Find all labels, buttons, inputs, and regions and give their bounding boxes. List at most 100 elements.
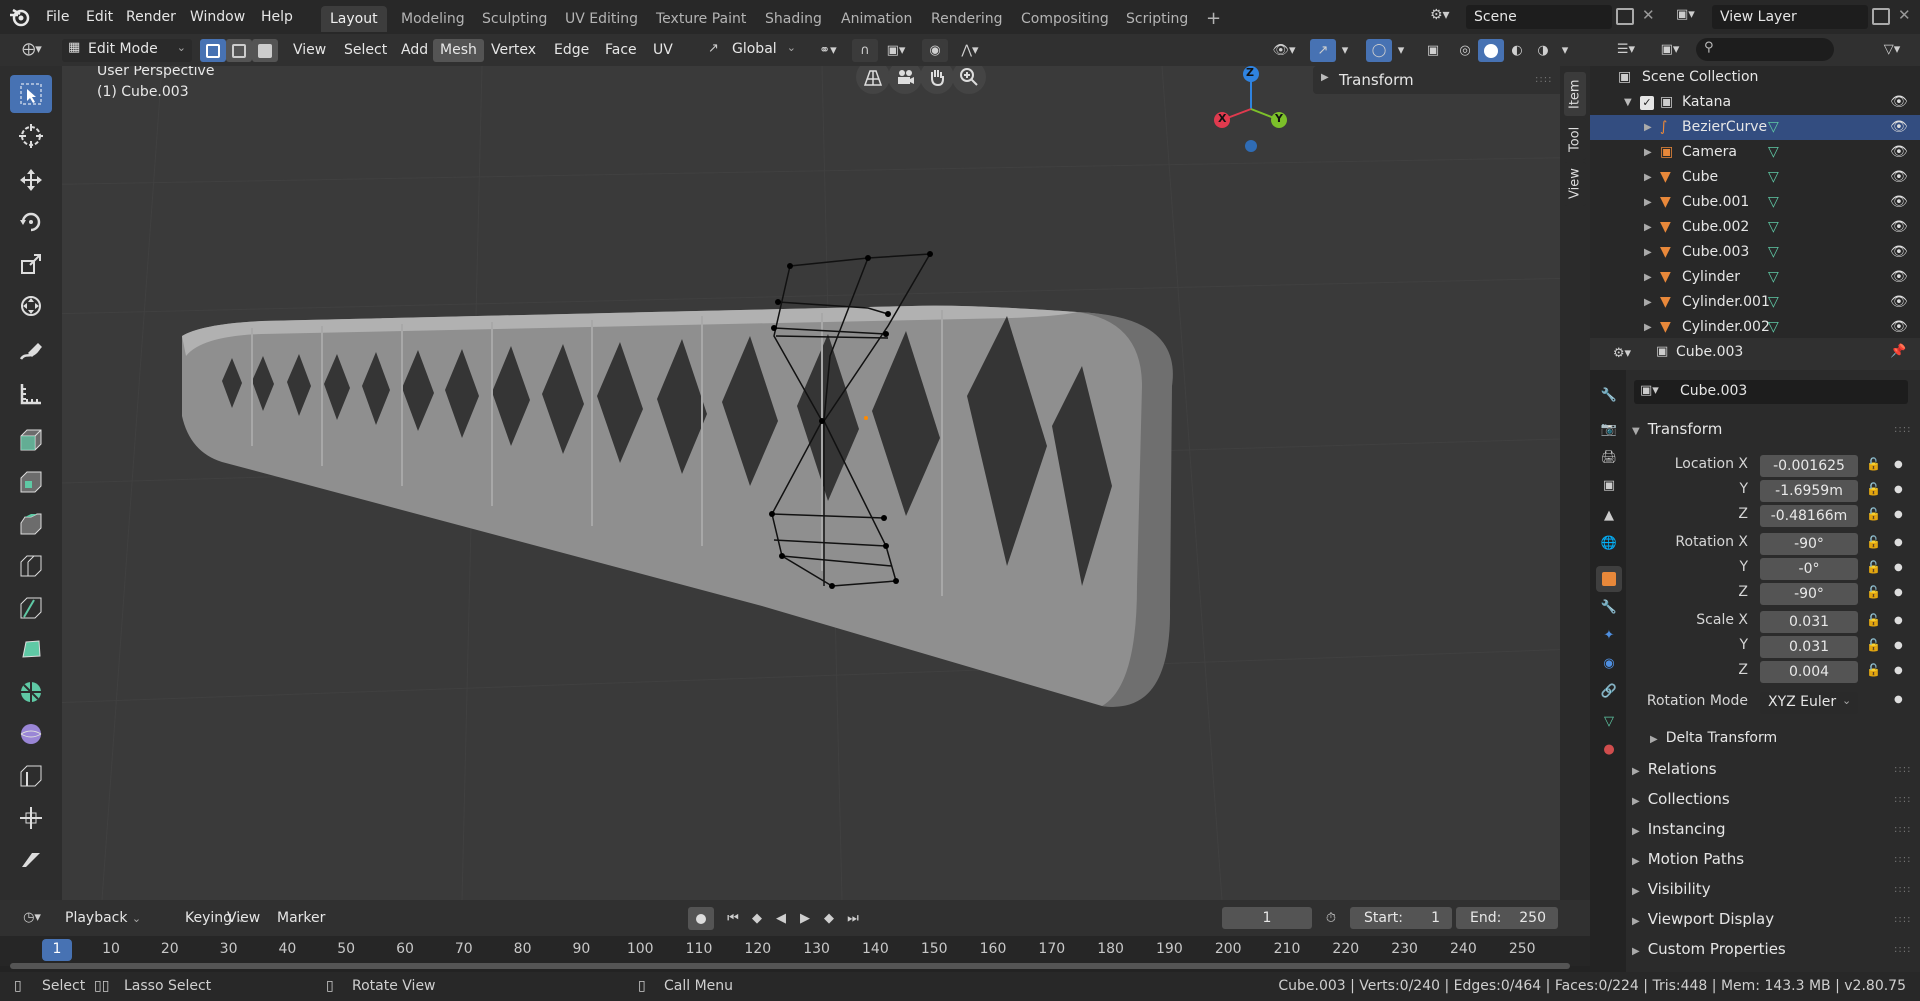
eye-icon[interactable]: 👁 — [1890, 165, 1908, 190]
rotate-tool-icon[interactable] — [10, 203, 52, 241]
tool-properties-icon[interactable]: 🔧 — [1596, 382, 1622, 408]
outliner-editor-type-icon[interactable]: ☰▾ — [1608, 38, 1644, 61]
expand-arrow-icon[interactable]: ▶ — [1644, 140, 1652, 165]
menu-window[interactable]: Window — [184, 6, 251, 28]
outliner-item[interactable]: ▶ ▼ Cylinder.001 ▽ 👁 — [1590, 290, 1920, 315]
tab-modeling[interactable]: Modeling — [392, 6, 474, 32]
object-name-field[interactable]: ▣▾ Cube.003 — [1634, 380, 1908, 404]
outliner-item[interactable]: ▶ ▣ Camera ▽ 👁 — [1590, 140, 1920, 165]
expand-arrow-icon[interactable]: ▶ — [1644, 115, 1652, 140]
menu-add[interactable]: Add — [394, 39, 435, 62]
scene-selector[interactable]: Scene — [1466, 5, 1612, 29]
filter-icon[interactable]: ▽▾ — [1874, 38, 1910, 61]
outliner-item[interactable]: ▶ ▼ Cube.003 ▽ 👁 — [1590, 240, 1920, 265]
drag-handle-icon[interactable]: :::: — [1894, 854, 1911, 865]
eye-icon[interactable]: 👁 — [1890, 215, 1908, 240]
keyframe-dot-icon[interactable]: ● — [1894, 665, 1903, 676]
rotation-mode-dropdown[interactable]: XYZ Euler ⌄ — [1760, 692, 1858, 714]
keyframe-dot-icon[interactable]: ● — [1894, 484, 1903, 495]
section-instancing[interactable]: ▶ Instancing — [1632, 820, 1725, 838]
shading-menu-icon[interactable]: ▾ — [1556, 39, 1574, 62]
lock-icon[interactable]: 🔓 — [1866, 507, 1881, 521]
blender-logo-icon[interactable] — [8, 6, 32, 28]
outliner-item[interactable]: ▶ ▼ Cube.002 ▽ 👁 — [1590, 215, 1920, 240]
transform-panel-header[interactable]: ▼ Transform — [1632, 420, 1722, 438]
menu-marker[interactable]: Marker — [270, 907, 332, 930]
data-properties-icon[interactable]: ▽ — [1596, 708, 1622, 734]
scene-icon[interactable]: ⚙▾ — [1430, 7, 1466, 29]
modifier-properties-icon[interactable]: 🔧 — [1596, 594, 1622, 620]
next-keyframe-icon[interactable]: ◆ — [816, 907, 842, 930]
object-data-icon[interactable]: ▽ — [1768, 165, 1779, 190]
object-data-icon[interactable]: ▽ — [1768, 315, 1779, 340]
physics-properties-icon[interactable]: ◉ — [1596, 650, 1622, 676]
outliner-scene-collection[interactable]: ▣ Scene Collection — [1590, 65, 1920, 90]
tab-sculpting[interactable]: Sculpting — [473, 6, 556, 32]
delta-transform-subpanel[interactable]: ▶ Delta Transform — [1650, 730, 1777, 746]
location-x-field[interactable]: -0.001625 — [1760, 455, 1858, 477]
add-workspace-icon[interactable]: + — [1197, 6, 1230, 32]
bevel-tool-icon[interactable] — [10, 505, 52, 543]
end-frame-field[interactable]: End: 250 — [1456, 907, 1558, 929]
drag-handle-icon[interactable]: :::: — [1535, 74, 1552, 85]
scale-y-field[interactable]: 0.031 — [1760, 636, 1858, 658]
lock-icon[interactable]: 🔓 — [1866, 638, 1881, 652]
view-layer-icon[interactable]: ▣▾ — [1676, 7, 1710, 29]
new-scene-icon[interactable] — [1616, 8, 1634, 25]
annotate-tool-icon[interactable] — [10, 333, 52, 371]
drag-handle-icon[interactable]: :::: — [1894, 794, 1911, 805]
current-frame-field[interactable]: 1 — [1222, 907, 1312, 929]
scale-tool-icon[interactable] — [10, 245, 52, 283]
drag-handle-icon[interactable]: :::: — [1894, 824, 1911, 835]
play-icon[interactable]: ▶ — [792, 907, 818, 930]
knife-tool-icon[interactable] — [10, 589, 52, 627]
outliner-search-input[interactable]: ⚲ — [1696, 38, 1834, 61]
eye-icon[interactable]: 👁 — [1890, 190, 1908, 215]
new-view-layer-icon[interactable] — [1872, 8, 1890, 25]
drag-handle-icon[interactable]: :::: — [1894, 884, 1911, 895]
menu-edge[interactable]: Edge — [547, 39, 596, 62]
shading-rendered-icon[interactable]: ◑ — [1530, 39, 1556, 62]
world-properties-icon[interactable]: 🌐 — [1596, 530, 1622, 556]
section-relations[interactable]: ▶ Relations — [1632, 760, 1717, 778]
3d-viewport[interactable]: User Perspective (1) Cube.003 Z X Y — [62, 66, 1562, 900]
collapse-arrow-icon[interactable]: ▼ — [1624, 90, 1632, 115]
transform-tool-icon[interactable] — [10, 287, 52, 325]
menu-playback[interactable]: Playback ⌄ — [58, 907, 148, 930]
keyframe-dot-icon[interactable]: ● — [1894, 640, 1903, 651]
constraint-properties-icon[interactable]: 🔗 — [1596, 678, 1622, 704]
location-z-field[interactable]: -0.48166m — [1760, 505, 1858, 527]
outliner-item[interactable]: ▶ ▼ Cylinder ▽ 👁 — [1590, 265, 1920, 290]
lock-icon[interactable]: 🔓 — [1866, 663, 1881, 677]
editor-type-icon[interactable]: ⨁▾ — [14, 38, 50, 61]
eye-icon[interactable]: 👁 — [1890, 290, 1908, 315]
orientation-dropdown[interactable]: ↗ Global ⌄ — [704, 39, 800, 62]
menu-timeline-view[interactable]: View — [220, 907, 267, 930]
tab-view[interactable]: View — [1564, 162, 1586, 206]
outliner-item[interactable]: ▶ ▼ Cube ▽ 👁 — [1590, 165, 1920, 190]
overlays-icon[interactable]: ◯ — [1366, 39, 1392, 62]
view-layer-selector[interactable]: View Layer — [1712, 5, 1868, 29]
object-data-icon[interactable]: ▽ — [1768, 240, 1779, 265]
expand-arrow-icon[interactable]: ▶ — [1644, 165, 1652, 190]
snap-icon[interactable]: ∩ — [852, 39, 878, 62]
menu-view[interactable]: View — [286, 39, 333, 62]
gizmo-icon[interactable]: ↗ — [1310, 39, 1336, 62]
section-viewport-display[interactable]: ▶ Viewport Display — [1632, 910, 1774, 928]
npanel-transform-header[interactable]: ▶ Transform :::: — [1313, 66, 1563, 94]
face-select-icon[interactable] — [252, 39, 278, 62]
prev-keyframe-icon[interactable]: ◆ — [744, 907, 770, 930]
eye-icon[interactable]: 👁 — [1890, 140, 1908, 165]
measure-tool-icon[interactable] — [10, 375, 52, 413]
pivot-icon[interactable]: ⚭▾ — [810, 39, 846, 62]
visibility-icon[interactable]: 👁▾ — [1266, 39, 1302, 62]
rotation-z-field[interactable]: -90° — [1760, 583, 1858, 605]
tab-rendering[interactable]: Rendering — [922, 6, 1012, 32]
drag-handle-icon[interactable]: :::: — [1894, 914, 1911, 925]
tab-item[interactable]: Item — [1564, 72, 1586, 116]
menu-mesh[interactable]: Mesh — [433, 39, 484, 62]
tab-texture-paint[interactable]: Texture Paint — [647, 6, 755, 32]
object-data-icon[interactable]: ▽ — [1768, 140, 1779, 165]
particle-properties-icon[interactable]: ✦ — [1596, 622, 1622, 648]
material-properties-icon[interactable]: ● — [1596, 736, 1622, 762]
